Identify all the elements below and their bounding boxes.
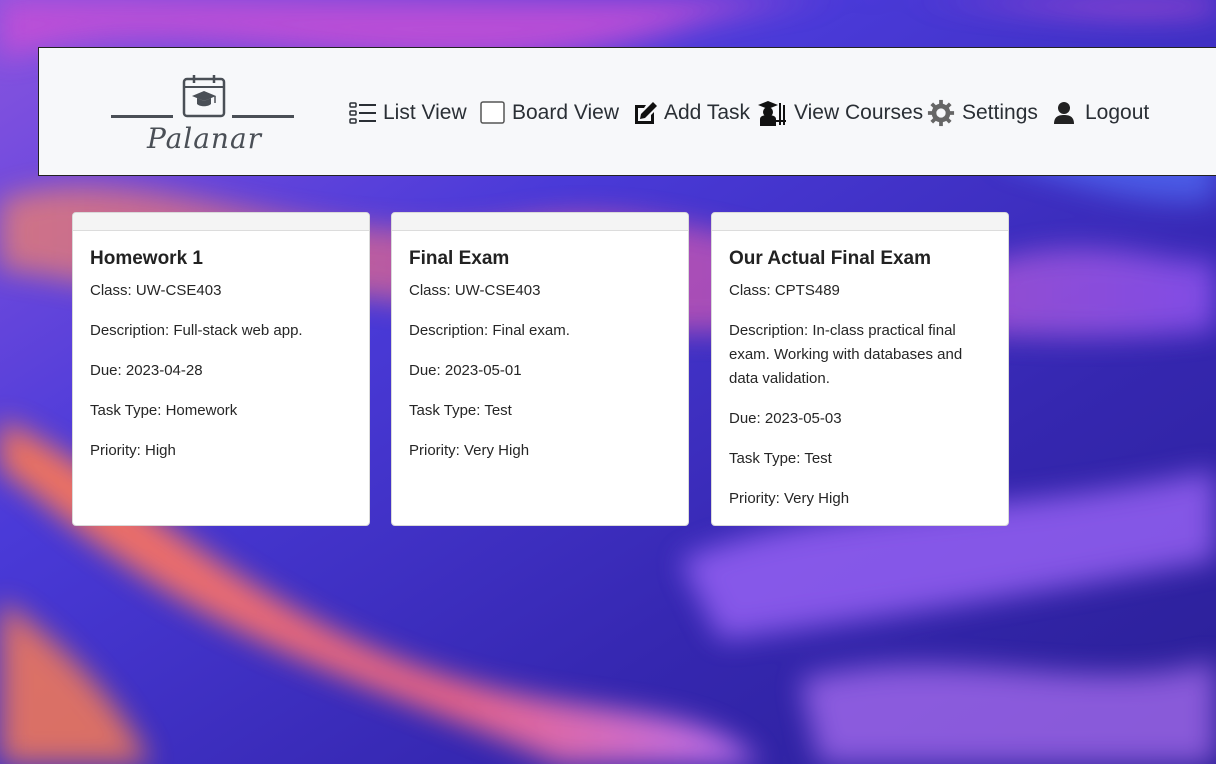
- card-body: Homework 1 Class: UW-CSE403 Description:…: [73, 231, 369, 463]
- task-class: Class: UW-CSE403: [409, 282, 541, 299]
- board-icon: [480, 101, 506, 125]
- logo-text: Palanar: [147, 122, 263, 155]
- user-icon: [1053, 101, 1075, 125]
- nav-label: Settings: [962, 101, 1038, 124]
- task-title: Homework 1: [90, 248, 203, 269]
- card-body: Our Actual Final Exam Class: CPTS489 Des…: [712, 231, 1008, 511]
- task-class: Class: UW-CSE403: [90, 282, 222, 299]
- task-priority: Priority: High: [90, 442, 176, 459]
- task-due: Due: 2023-05-01: [409, 362, 522, 379]
- nav-label: Logout: [1085, 101, 1150, 124]
- card-header: [392, 213, 688, 231]
- task-description: Description: In-class practical final ex…: [729, 322, 963, 387]
- app-logo[interactable]: Palanar: [111, 72, 297, 158]
- task-type: Task Type: Test: [729, 450, 832, 467]
- task-priority: Priority: Very High: [729, 490, 850, 507]
- gear-icon: [926, 99, 956, 127]
- task-description: Description: Final exam.: [409, 322, 570, 339]
- task-due: Due: 2023-04-28: [90, 362, 203, 379]
- nav-logout[interactable]: Logout: [1053, 98, 1149, 128]
- task-card[interactable]: Final Exam Class: UW-CSE403 Description:…: [391, 212, 689, 526]
- task-title: Our Actual Final Exam: [729, 248, 932, 269]
- teacher-icon: [758, 99, 788, 127]
- task-card[interactable]: Our Actual Final Exam Class: CPTS489 Des…: [711, 212, 1009, 526]
- task-due: Due: 2023-05-03: [729, 410, 842, 427]
- edit-icon: [632, 100, 658, 126]
- nav-label: List View: [383, 101, 467, 124]
- nav-board-view[interactable]: Board View: [480, 98, 619, 128]
- list-icon: [349, 101, 377, 125]
- card-body: Final Exam Class: UW-CSE403 Description:…: [392, 231, 688, 463]
- nav-label: Board View: [512, 101, 620, 124]
- task-description: Description: Full-stack web app.: [90, 322, 303, 339]
- nav-list-view[interactable]: List View: [349, 98, 467, 128]
- card-header: [712, 213, 1008, 231]
- task-title: Final Exam: [409, 248, 510, 269]
- nav-view-courses[interactable]: View Courses: [758, 98, 923, 128]
- task-class: Class: CPTS489: [729, 282, 840, 299]
- logo-line-right: [232, 115, 294, 118]
- calendar-graduation-icon: [181, 74, 227, 118]
- nav-label: Add Task: [664, 101, 750, 124]
- task-type: Task Type: Test: [409, 402, 512, 419]
- navbar: Palanar List View Board View Add Task Vi…: [38, 47, 1216, 176]
- nav-settings[interactable]: Settings: [926, 98, 1038, 128]
- logo-line-left: [111, 115, 173, 118]
- task-type: Task Type: Homework: [90, 402, 238, 419]
- card-header: [73, 213, 369, 231]
- nav-label: View Courses: [794, 101, 924, 124]
- nav-add-task[interactable]: Add Task: [632, 98, 750, 128]
- task-card[interactable]: Homework 1 Class: UW-CSE403 Description:…: [72, 212, 370, 526]
- task-priority: Priority: Very High: [409, 442, 530, 459]
